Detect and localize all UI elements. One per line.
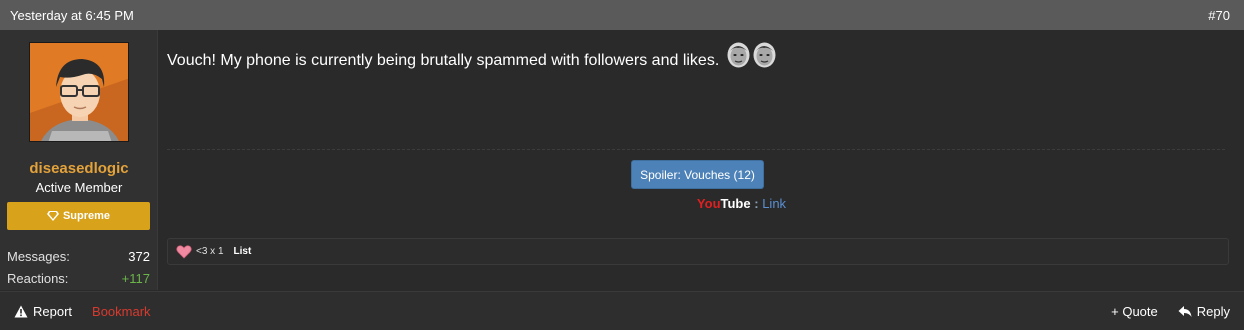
kappa-emote-icon (753, 42, 776, 68)
stat-label: Reactions: (7, 271, 69, 286)
warning-icon (14, 305, 28, 317)
reply-label: Reply (1196, 303, 1230, 319)
forum-post: Yesterday at 6:45 PM #70 diseasedlogic A… (0, 0, 1244, 330)
post-timestamp[interactable]: Yesterday at 6:45 PM (10, 8, 134, 23)
footer-right-actions: + Quote Reply (1111, 304, 1230, 319)
report-label: Report (33, 303, 73, 319)
youtube-signature: YouTube : Link (0, 196, 1244, 211)
reactions-stat: Reactions: +117 (7, 271, 150, 286)
report-button[interactable]: Report (14, 304, 72, 319)
post-message: Vouch! My phone is currently being bruta… (167, 42, 776, 74)
avatar[interactable] (29, 42, 129, 142)
post-header: Yesterday at 6:45 PM #70 (0, 0, 1244, 30)
kappa-emote-icon (727, 42, 750, 68)
reaction-summary[interactable]: <3 x 1 (196, 246, 224, 257)
user-info-panel: diseasedlogic Active Member Supreme Mess… (0, 30, 158, 290)
user-title: Active Member (35, 180, 123, 195)
signature-divider (167, 149, 1225, 150)
post-footer: Report Bookmark + Quote Reply (0, 291, 1244, 330)
diamond-icon (46, 211, 59, 221)
reactions-bar: <3 x 1 List (167, 238, 1229, 265)
heart-icon (176, 244, 192, 259)
smilies (727, 42, 776, 68)
avatar-image (30, 43, 128, 141)
stat-label: Messages: (7, 249, 70, 264)
username-link[interactable]: diseasedlogic (0, 160, 158, 177)
post-number-link[interactable]: #70 (1208, 8, 1230, 23)
reply-icon (1178, 305, 1192, 317)
reply-button[interactable]: Reply (1178, 304, 1230, 319)
youtube-tube: Tube (720, 196, 751, 211)
messages-stat: Messages: 372 (7, 249, 150, 264)
message-text: Vouch! My phone is currently being bruta… (167, 52, 720, 69)
quote-button[interactable]: + Quote (1111, 304, 1158, 319)
messages-count: 372 (128, 249, 150, 264)
banner-label: Supreme (62, 210, 111, 222)
youtube-separator: : (754, 196, 759, 211)
youtube-you: You (696, 196, 721, 211)
footer-left-actions: Report Bookmark (14, 304, 151, 319)
spoiler-button[interactable]: Spoiler: Vouches (12) (631, 160, 764, 189)
bookmark-button[interactable]: Bookmark (92, 304, 151, 319)
youtube-link[interactable]: Link (762, 196, 786, 211)
reaction-list-link[interactable]: List (234, 246, 252, 257)
reactions-count: +117 (121, 271, 150, 286)
